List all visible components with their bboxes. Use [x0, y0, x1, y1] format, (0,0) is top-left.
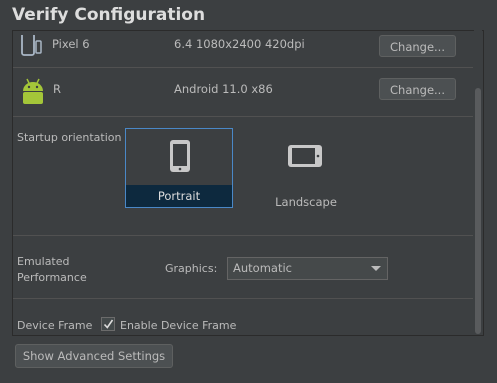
graphics-select-value: Automatic	[233, 261, 292, 275]
orientation-portrait-label: Portrait	[157, 189, 201, 203]
change-system-image-button[interactable]: Change...	[379, 78, 456, 100]
system-image-row: R Android 11.0 x86 Change...	[13, 68, 473, 117]
orientation-row: Startup orientation Portrait Landscape	[13, 117, 473, 236]
android-icon	[23, 78, 43, 104]
device-row: Pixel 6 6.4 1080x2400 420dpi Change...	[13, 31, 473, 68]
show-advanced-settings-button[interactable]: Show Advanced Settings	[15, 344, 173, 368]
startup-orientation-label: Startup orientation	[17, 131, 122, 144]
device-name: Pixel 6	[52, 37, 90, 51]
enable-device-frame-checkbox[interactable]	[101, 317, 115, 331]
graphics-label: Graphics:	[165, 262, 218, 275]
portrait-phone-icon	[170, 140, 190, 172]
performance-row: Emulated Performance Graphics: Automatic	[13, 236, 473, 299]
system-image-spec: Android 11.0 x86	[174, 82, 273, 96]
emulated-performance-label-line1: Emulated	[17, 255, 70, 268]
dropdown-caret-icon	[371, 266, 381, 271]
emulated-performance-label: Emulated Performance	[17, 254, 87, 286]
orientation-landscape-label: Landscape	[275, 195, 337, 209]
system-image-name: R	[53, 82, 61, 96]
configuration-panel: Pixel 6 6.4 1080x2400 420dpi Change... R…	[12, 30, 484, 336]
scrollbar-thumb[interactable]	[475, 88, 481, 334]
orientation-landscape-option[interactable]: Landscape	[252, 128, 360, 209]
enable-device-frame-label[interactable]: Enable Device Frame	[120, 319, 236, 332]
orientation-portrait-option[interactable]: Portrait	[125, 128, 233, 208]
device-spec: 6.4 1080x2400 420dpi	[174, 37, 305, 51]
dialog-title: Verify Configuration	[12, 5, 206, 25]
vertical-scrollbar[interactable]	[474, 30, 482, 334]
emulated-performance-label-line2: Performance	[17, 271, 87, 284]
check-icon	[103, 319, 114, 329]
phone-icon	[21, 35, 42, 56]
graphics-select[interactable]: Automatic	[227, 257, 388, 280]
device-frame-label: Device Frame	[17, 319, 93, 332]
change-device-button[interactable]: Change...	[379, 35, 456, 57]
landscape-phone-icon	[288, 145, 322, 167]
